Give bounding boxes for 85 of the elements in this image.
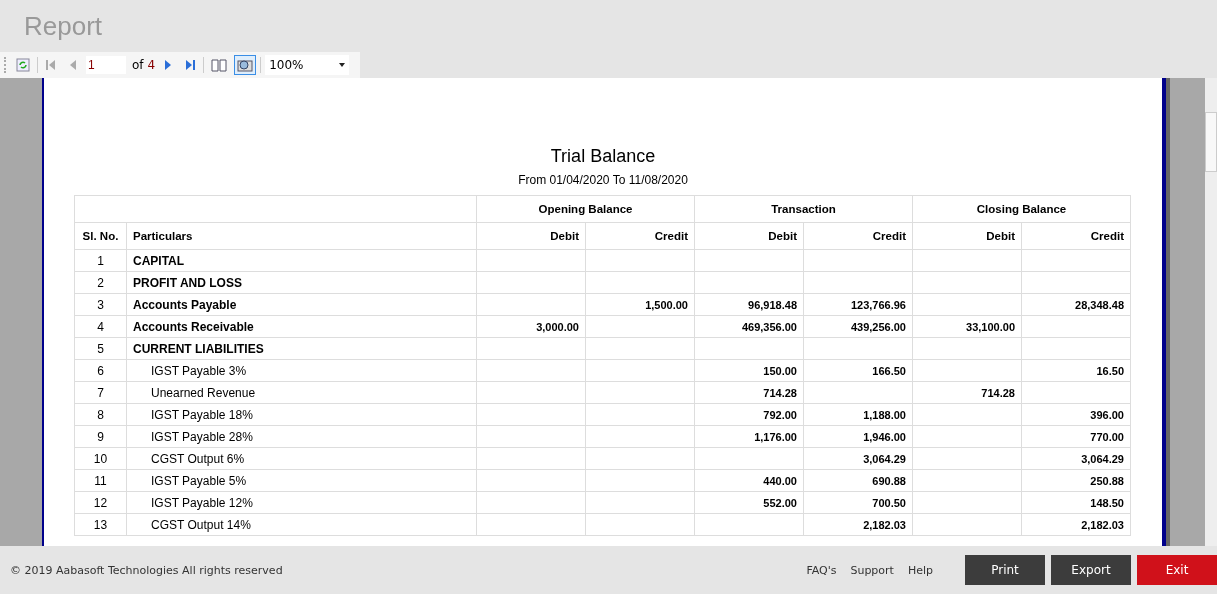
account-name: CGST Output 14% — [126, 513, 477, 536]
amount-cell: 96,918.48 — [694, 293, 804, 316]
amount-cell: 3,064.29 — [1021, 447, 1131, 470]
row-number: 5 — [74, 337, 127, 360]
column-header: Debit — [912, 222, 1022, 250]
column-header: Credit — [1021, 222, 1131, 250]
row-number: 7 — [74, 381, 127, 404]
amount-cell: 700.50 — [803, 491, 913, 514]
account-name: IGST Payable 28% — [126, 425, 477, 448]
column-header: Credit — [803, 222, 913, 250]
row-number: 3 — [74, 293, 127, 316]
amount-cell: 396.00 — [1021, 403, 1131, 426]
row-number: 9 — [74, 425, 127, 448]
of-label: of — [132, 58, 144, 72]
row-number: 12 — [74, 491, 127, 514]
amount-cell: 552.00 — [694, 491, 804, 514]
page-preview-icon[interactable] — [234, 55, 257, 75]
amount-cell: 166.50 — [803, 359, 913, 382]
amount-cell: 690.88 — [803, 469, 913, 492]
account-name: IGST Payable 5% — [126, 469, 477, 492]
amount-cell: 714.28 — [912, 381, 1022, 404]
account-name: CURRENT LIABILITIES — [126, 337, 477, 360]
column-header: Credit — [585, 222, 695, 250]
account-name: Accounts Payable — [126, 293, 477, 316]
copyright-text: © 2019 Aabasoft Technologies All rights reserved — [10, 563, 283, 577]
amount-cell: 150.00 — [694, 359, 804, 382]
zoom-dropdown[interactable]: 100% — [265, 55, 350, 75]
column-header: Debit — [476, 222, 586, 250]
column-group-header: Transaction — [694, 195, 913, 223]
scroll-thumb[interactable] — [1205, 112, 1217, 172]
scrollbar[interactable] — [1205, 78, 1217, 546]
amount-cell: 3,000.00 — [476, 315, 586, 338]
footer-link[interactable]: FAQ's — [806, 563, 837, 577]
amount-cell: 148.50 — [1021, 491, 1131, 514]
amount-cell: 714.28 — [694, 381, 804, 404]
amount-cell: 1,188.00 — [803, 403, 913, 426]
footer-link[interactable]: Support — [850, 563, 894, 577]
amount-cell: 1,500.00 — [585, 293, 695, 316]
page-count: 4 — [147, 58, 156, 72]
account-name: IGST Payable 3% — [126, 359, 477, 382]
account-name: PROFIT AND LOSS — [126, 271, 477, 294]
amount-cell: 250.88 — [1021, 469, 1131, 492]
account-name: IGST Payable 18% — [126, 403, 477, 426]
refresh-icon[interactable] — [13, 55, 33, 75]
amount-cell: 28,348.48 — [1021, 293, 1131, 316]
amount-cell: 123,766.96 — [803, 293, 913, 316]
amount-cell: 2,182.03 — [803, 513, 913, 536]
footer-action-button[interactable]: Export — [1051, 555, 1131, 585]
row-number: 4 — [74, 315, 127, 338]
amount-cell: 1,946.00 — [803, 425, 913, 448]
row-number: 1 — [74, 249, 127, 272]
account-name: Accounts Receivable — [126, 315, 477, 338]
account-name: CGST Output 6% — [126, 447, 477, 470]
amount-cell: 469,356.00 — [694, 315, 804, 338]
amount-cell: 33,100.00 — [912, 315, 1022, 338]
row-number: 11 — [74, 469, 127, 492]
report-date-range: From 01/04/2020 To 11/08/2020 — [517, 173, 689, 187]
row-number: 10 — [74, 447, 127, 470]
account-name: IGST Payable 12% — [126, 491, 477, 514]
amount-cell: 16.50 — [1021, 359, 1131, 382]
row-number: 2 — [74, 271, 127, 294]
amount-cell: 439,256.00 — [803, 315, 913, 338]
column-header: Debit — [694, 222, 804, 250]
row-number: 6 — [74, 359, 127, 382]
page-number-field[interactable]: 1 — [86, 56, 126, 74]
amount-cell: 3,064.29 — [803, 447, 913, 470]
amount-cell: 2,182.03 — [1021, 513, 1131, 536]
window-title: Report — [24, 10, 103, 42]
amount-cell: 1,176.00 — [694, 425, 804, 448]
column-header: Sl. No. — [74, 222, 127, 250]
column-group-header: Closing Balance — [912, 195, 1131, 223]
account-name: Unearned Revenue — [126, 381, 477, 404]
amount-cell: 792.00 — [694, 403, 804, 426]
row-number: 8 — [74, 403, 127, 426]
column-group-header: Opening Balance — [476, 195, 695, 223]
report-title: Trial Balance — [549, 146, 657, 167]
column-header: Particulars — [126, 222, 477, 250]
row-number: 13 — [74, 513, 127, 536]
caret-icon — [339, 63, 346, 67]
account-name: CAPITAL — [126, 249, 477, 272]
amount-cell: 440.00 — [694, 469, 804, 492]
footer-action-button[interactable]: Print — [965, 555, 1045, 585]
amount-cell: 770.00 — [1021, 425, 1131, 448]
footer-action-button[interactable]: Exit — [1137, 555, 1217, 585]
footer-link[interactable]: Help — [907, 563, 933, 577]
